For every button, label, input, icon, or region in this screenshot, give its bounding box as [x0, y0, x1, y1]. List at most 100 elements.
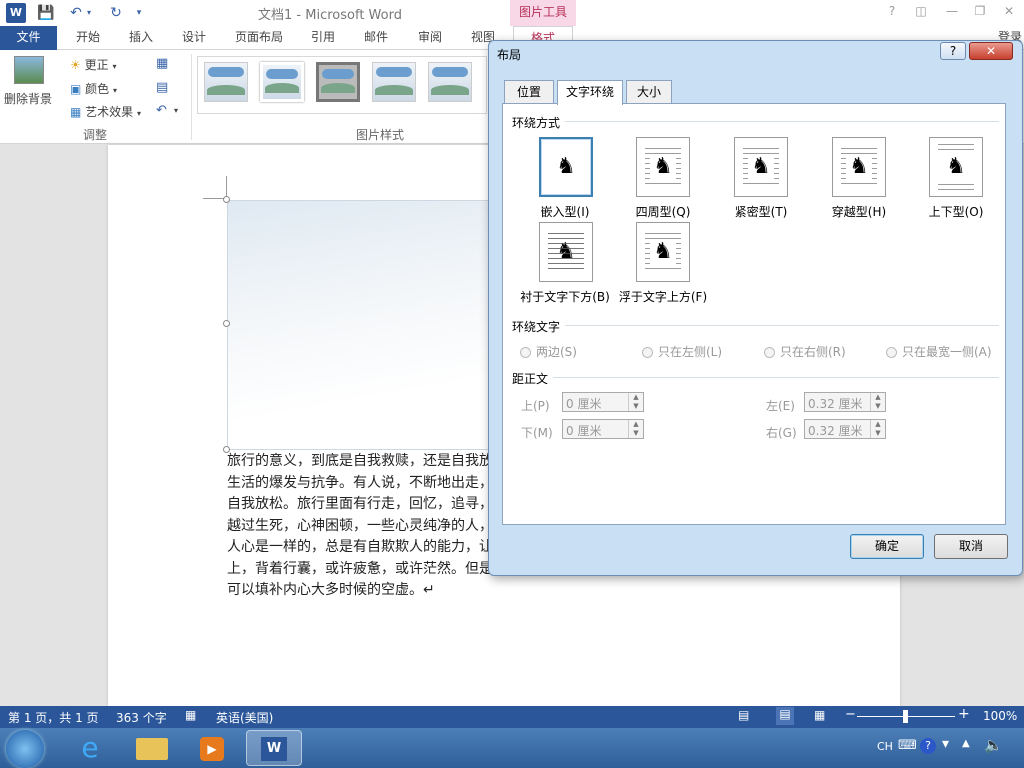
color-label: 颜色 [85, 82, 110, 96]
show-hidden-icons[interactable]: ▲ [962, 738, 970, 749]
wrap-in-front-label: 浮于文字上方(F) [618, 290, 708, 304]
ok-button[interactable]: 确定 [850, 534, 924, 559]
resize-handle-ml[interactable] [223, 320, 230, 327]
wrap-in-front-option[interactable]: ♞ [636, 222, 690, 282]
zoom-in-icon[interactable]: + [958, 706, 970, 722]
zoom-slider-thumb[interactable] [903, 710, 908, 723]
tab-design[interactable]: 设计 [172, 26, 216, 50]
dog-icon: ♞ [553, 155, 579, 179]
restore-icon[interactable]: ❐ [969, 4, 991, 20]
help-button[interactable]: ? [881, 4, 903, 20]
tab-insert[interactable]: 插入 [119, 26, 163, 50]
section-divider [565, 121, 999, 122]
media-shape: ▶ [200, 737, 224, 761]
wrap-top-bottom-option[interactable]: ♞ [929, 137, 983, 197]
cancel-button[interactable]: 取消 [934, 534, 1008, 559]
tab-page-layout[interactable]: 页面布局 [227, 26, 291, 50]
tab-home[interactable]: 开始 [66, 26, 110, 50]
wrap-inline-option[interactable]: ♞ [539, 137, 593, 197]
picture-style-3[interactable] [316, 62, 360, 102]
picture-style-2[interactable] [260, 62, 304, 102]
picture-style-4[interactable] [372, 62, 416, 102]
keyboard-icon[interactable]: ⌨ [898, 738, 917, 753]
text-lines [548, 233, 584, 273]
web-layout-icon[interactable]: ▦ [814, 708, 825, 722]
tab-file[interactable]: 文件 [0, 26, 57, 50]
distance-bottom-input[interactable]: 0 厘米 ▲ ▼ [562, 419, 644, 439]
zoom-level[interactable]: 100% [983, 709, 1017, 723]
wrap-right-only-radio[interactable]: 只在右侧(R) [764, 343, 846, 360]
ie-icon[interactable]: e [62, 730, 118, 766]
section-divider [565, 325, 999, 326]
color-button[interactable]: ▣ 颜色 ▾ [70, 80, 117, 97]
wrap-tight-option[interactable]: ♞ [734, 137, 788, 197]
distance-right-input[interactable]: 0.32 厘米 ▲ ▼ [804, 419, 886, 439]
tab-position[interactable]: 位置 [504, 80, 554, 104]
spin-arrows-icon[interactable]: ▲ ▼ [628, 420, 643, 438]
minimize-icon[interactable]: — [941, 4, 963, 20]
remove-background-icon [14, 56, 44, 84]
wrap-largest-side-radio[interactable]: 只在最宽一侧(A) [886, 343, 992, 360]
ribbon-display-icon[interactable]: ◫ [910, 4, 932, 20]
status-bar: 第 1 页，共 1 页 363 个字 ▦ 英语(美国) ▤ ▤ ▦ − + 10… [0, 706, 1024, 728]
reset-dropdown-icon[interactable]: ▾ [174, 106, 178, 115]
wrap-top-bottom-label: 上下型(O) [928, 205, 984, 219]
artistic-effects-button[interactable]: ▦ 艺术效果 ▾ [70, 103, 141, 120]
zoom-out-icon[interactable]: − [845, 707, 856, 722]
dog-icon: ♞ [943, 155, 969, 179]
picture-style-1[interactable] [204, 62, 248, 102]
page-count[interactable]: 第 1 页，共 1 页 [8, 709, 99, 726]
tab-size[interactable]: 大小 [626, 80, 672, 104]
ime-indicator[interactable]: CH [877, 740, 893, 753]
wrap-square-option[interactable]: ♞ [636, 137, 690, 197]
dialog-close-button[interactable]: ✕ [969, 42, 1013, 60]
tab-mailings[interactable]: 邮件 [354, 26, 398, 50]
distance-right-value: 0.32 厘米 [808, 424, 863, 438]
wrap-largest-side-label: 只在最宽一侧(A) [902, 345, 992, 359]
taskbar: e ▶ W CH ⌨ ? ▾ ▲ 🔈 [0, 728, 1024, 768]
language-indicator[interactable]: 英语(美国) [216, 709, 273, 726]
word-taskbar-icon[interactable]: W [246, 730, 302, 766]
word-count[interactable]: 363 个字 [116, 709, 167, 726]
ime-options-icon[interactable]: ▾ [942, 736, 949, 752]
dialog-help-button[interactable]: ? [940, 42, 966, 60]
folder-shape [136, 738, 168, 760]
read-mode-icon[interactable]: ▤ [738, 708, 749, 722]
volume-icon[interactable]: 🔈 [984, 736, 1003, 754]
ime-help-icon[interactable]: ? [920, 738, 936, 754]
distance-left-input[interactable]: 0.32 厘米 ▲ ▼ [804, 392, 886, 412]
wrap-through-option[interactable]: ♞ [832, 137, 886, 197]
spin-arrows-icon[interactable]: ▲ ▼ [870, 420, 885, 438]
picture-style-5[interactable] [428, 62, 472, 102]
wrap-both-sides-radio[interactable]: 两边(S) [520, 343, 577, 360]
distance-top-input[interactable]: 0 厘米 ▲ ▼ [562, 392, 644, 412]
wrap-style-heading: 环绕方式 [512, 116, 561, 130]
dog-icon: ♞ [748, 155, 774, 179]
resize-handle-tl[interactable] [223, 196, 230, 203]
dog-icon: ♞ [846, 155, 872, 179]
wrap-tight-label: 紧密型(T) [734, 205, 788, 219]
text-lines [938, 144, 974, 152]
distance-bottom-label: 下(M) [521, 426, 553, 440]
dialog-title: 布局 [497, 48, 522, 62]
close-icon[interactable]: ✕ [998, 4, 1020, 20]
change-picture-icon[interactable]: ▤ [156, 80, 168, 95]
proofing-icon[interactable]: ▦ [185, 708, 196, 722]
tab-references[interactable]: 引用 [301, 26, 345, 50]
adjust-group-label: 调整 [82, 128, 107, 142]
start-button-icon[interactable] [6, 730, 44, 768]
remove-background-button[interactable]: 删除背景 [4, 90, 52, 107]
corrections-button[interactable]: ☀ 更正 ▾ [70, 56, 116, 73]
spin-arrows-icon[interactable]: ▲ ▼ [628, 393, 643, 411]
inserted-picture[interactable] [227, 200, 517, 450]
compress-pictures-icon[interactable]: ▦ [156, 56, 168, 71]
tab-text-wrapping[interactable]: 文字环绕 [557, 80, 623, 105]
reset-picture-icon[interactable]: ↶ [156, 103, 167, 118]
wrap-behind-text-option[interactable]: ♞ [539, 222, 593, 282]
tab-review[interactable]: 审阅 [408, 26, 452, 50]
spin-arrows-icon[interactable]: ▲ ▼ [870, 393, 885, 411]
media-player-icon[interactable]: ▶ [184, 730, 240, 766]
explorer-icon[interactable] [124, 730, 180, 766]
print-layout-icon[interactable]: ▤ [776, 707, 794, 725]
wrap-left-only-radio[interactable]: 只在左侧(L) [642, 343, 722, 360]
